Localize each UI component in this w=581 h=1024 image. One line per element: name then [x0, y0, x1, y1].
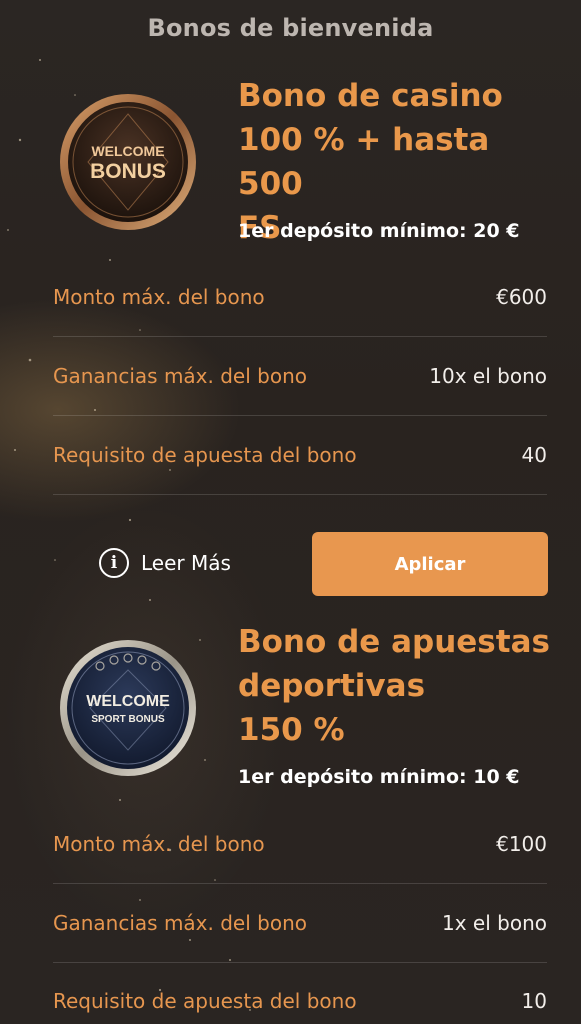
row-value: 1x el bono [442, 911, 547, 935]
bonus-detail-row: Requisito de apuesta del bono 10 [53, 962, 547, 1024]
read-more-label: Leer Más [141, 551, 231, 575]
info-icon: i [99, 548, 129, 578]
badge-line2: SPORT BONUS [91, 714, 165, 725]
bonus-detail-row: Monto máx. del bono €100 [53, 805, 547, 884]
title-line: Bono de casino [238, 78, 503, 114]
title-line: 100 % + hasta 500 [238, 122, 490, 202]
row-label: Ganancias máx. del bono [53, 364, 307, 388]
bonus-actions: i Leer Más Aplicar [99, 532, 548, 596]
sports-bonus-title: Bono de apuestas deportivas 150 % [238, 620, 558, 752]
row-label: Monto máx. del bono [53, 832, 265, 856]
row-value: 40 [521, 443, 547, 467]
row-label: Requisito de apuesta del bono [53, 443, 357, 467]
row-value: 10 [521, 989, 547, 1013]
row-value: €100 [496, 832, 547, 856]
title-line: 150 % [238, 712, 345, 748]
bonus-detail-row: Monto máx. del bono €600 [53, 258, 547, 337]
bonus-detail-row: Ganancias máx. del bono 1x el bono [53, 884, 547, 963]
row-value: €600 [496, 285, 547, 309]
row-value: 10x el bono [429, 364, 547, 388]
row-label: Ganancias máx. del bono [53, 911, 307, 935]
title-line: Bono de apuestas [238, 624, 550, 660]
min-deposit-text: 1er depósito mínimo: 20 € [238, 220, 520, 242]
title-line: deportivas [238, 668, 426, 704]
min-deposit-text: 1er depósito mínimo: 10 € [238, 766, 520, 788]
bonus-detail-row: Requisito de apuesta del bono 40 [53, 416, 547, 495]
read-more-link[interactable]: i Leer Más [99, 548, 231, 578]
welcome-bonus-badge-icon: WELCOME BONUS [58, 92, 198, 232]
badge-line1: WELCOME [86, 693, 170, 710]
bonus-detail-row: Ganancias máx. del bono 10x el bono [53, 337, 547, 416]
apply-button[interactable]: Aplicar [312, 532, 548, 596]
bonus-page: Bonos de bienvenida WELCOME BONUS Bono d… [0, 0, 581, 1024]
badge-line2: BONUS [90, 160, 166, 183]
page-title: Bonos de bienvenida [147, 14, 434, 42]
row-label: Monto máx. del bono [53, 285, 265, 309]
welcome-sport-bonus-badge-icon: WELCOME SPORT BONUS [58, 638, 198, 778]
row-label: Requisito de apuesta del bono [53, 989, 357, 1013]
badge-line1: WELCOME [91, 143, 164, 159]
